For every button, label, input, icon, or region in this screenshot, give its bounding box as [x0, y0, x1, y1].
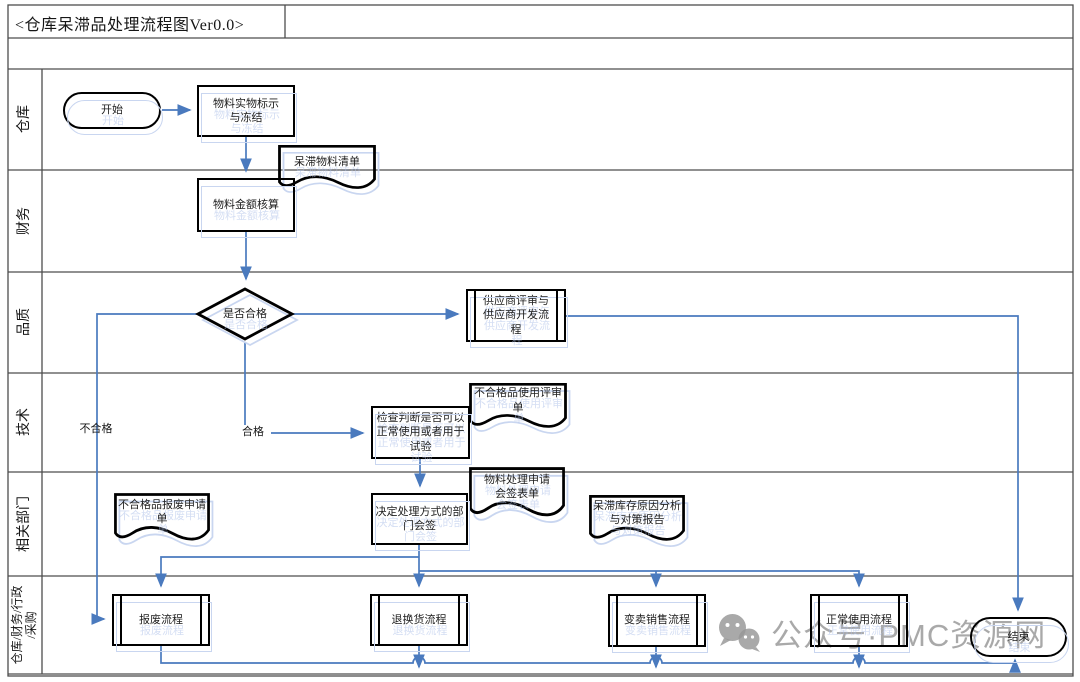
process-mark-and-freeze: 物料实物标示 与冻结	[197, 85, 295, 137]
predefined-bar	[616, 595, 618, 646]
predefined-bar	[378, 595, 380, 645]
process-material-amount-accounting: 物料金额核算	[197, 178, 295, 232]
decision-qualified-or-not: 是否合格	[195, 286, 295, 342]
predefined-bar	[696, 595, 698, 646]
lane-label-technology: 技术	[8, 375, 42, 469]
predefined-bar	[200, 595, 202, 645]
document-nonconforming-use-review-form: 不合格品使用评审 单	[468, 382, 568, 433]
process-check-usability: 检查判断是否可以 正常使用或者用于 试验	[371, 406, 470, 459]
flowchart-canvas: 公众号·PMC资源网 <仓库呆滞品处理流程图Ver0.0> 仓库 财务 品质 技…	[0, 0, 1080, 682]
document-disposal-countersign-form: 物料处理申请 会签表单	[468, 466, 566, 522]
predefined-bar	[458, 595, 460, 645]
lane-label-related-depts: 相关部门	[8, 474, 42, 574]
lane-label-warehouse-finance-admin-purchase: 仓库/财务/行政 /采购	[8, 577, 42, 673]
end-node: 结束	[970, 617, 1067, 657]
predefined-bar	[898, 595, 900, 646]
lane-label-warehouse: 仓库	[8, 71, 42, 167]
subprocess-return-exchange: 退换货流程	[370, 594, 468, 646]
lane-label-quality: 品质	[8, 274, 42, 370]
subprocess-scrap: 报废流程	[112, 594, 210, 646]
subprocess-normal-use: 正常使用流程	[810, 594, 908, 647]
predefined-bar	[474, 290, 476, 341]
predefined-bar	[120, 595, 122, 645]
document-cause-analysis-report: 呆滞库存原因分析 与对策报告	[588, 494, 686, 546]
wechat-icon	[716, 613, 762, 653]
subprocess-supplier-review-development: 供应商评审与 供应商开发流 程	[466, 289, 566, 342]
process-decide-disposal-countersign: 决定处理方式的部 门会签	[371, 493, 468, 545]
edge-label-qualified: 合格	[235, 425, 271, 439]
page-title: <仓库呆滞品处理流程图Ver0.0>	[15, 11, 244, 35]
edge-label-unqualified: 不合格	[76, 422, 116, 436]
predefined-bar	[818, 595, 820, 646]
document-scrap-application-form: 不合格品报废申请 单	[113, 492, 211, 546]
lane-label-finance: 财务	[8, 173, 42, 269]
subprocess-sell: 变卖销售流程	[608, 594, 706, 647]
start-node: 开始	[63, 92, 161, 129]
predefined-bar	[556, 290, 558, 341]
